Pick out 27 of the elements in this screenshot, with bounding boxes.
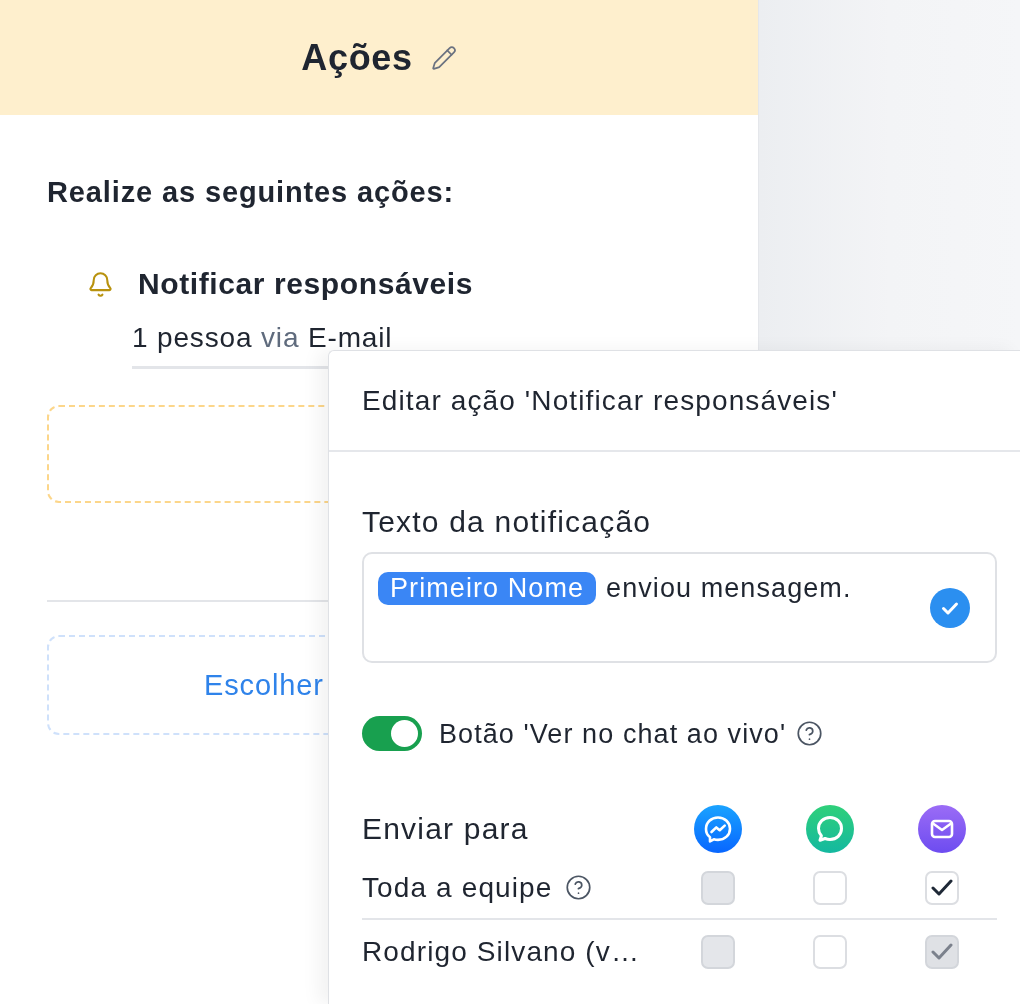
section-label: Enviar para: [362, 812, 529, 846]
mail-icon: [918, 805, 966, 853]
check-icon: [931, 879, 953, 896]
recipient-name: Rodrigo Silvano (v…: [362, 935, 641, 968]
notification-text-field[interactable]: Primeiro Nome enviou mensagem.: [362, 552, 997, 663]
dialog-title: Editar ação 'Notificar responsáveis': [362, 383, 838, 418]
field-label: Texto da notificação: [362, 505, 652, 539]
notification-text: enviou mensagem.: [606, 572, 852, 605]
recipient-name: Toda a equipe: [362, 871, 553, 904]
check-icon: [931, 943, 953, 960]
messenger-icon: [694, 805, 742, 853]
chat-bubble-icon: [806, 805, 854, 853]
page-title: Ações: [301, 36, 413, 79]
help-icon[interactable]: [564, 874, 592, 901]
checkbox[interactable]: [925, 870, 959, 905]
help-icon[interactable]: [796, 720, 824, 747]
checkbox[interactable]: [813, 934, 847, 969]
variable-tag[interactable]: Primeiro Nome: [378, 572, 597, 605]
edit-icon[interactable]: [430, 44, 457, 71]
recipients-link[interactable]: 1 pessoa via E-mail: [132, 323, 393, 353]
intro-text: Realize as seguintes ações:: [47, 176, 456, 208]
confirm-check-icon[interactable]: [930, 587, 970, 628]
toggle-label: Botão 'Ver no chat ao vivo': [439, 717, 787, 750]
bell-icon: [87, 270, 114, 298]
live-chat-toggle[interactable]: [362, 716, 422, 751]
action-title: Notificar responsáveis: [138, 267, 473, 301]
checkbox[interactable]: [813, 870, 847, 905]
